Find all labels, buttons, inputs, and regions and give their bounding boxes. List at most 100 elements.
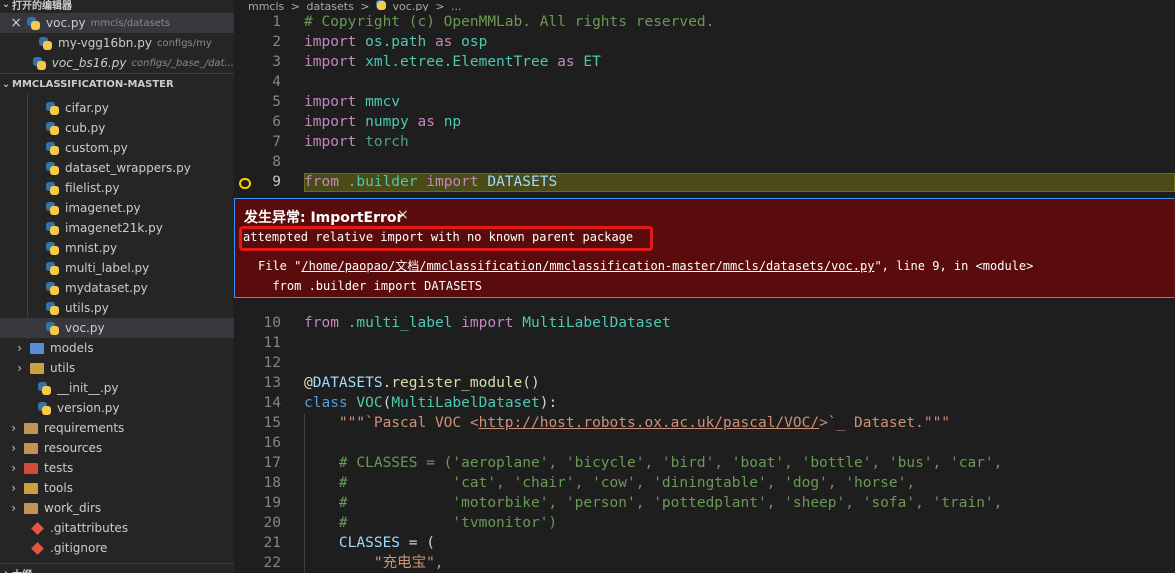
- open-editor-my-vgg16bn[interactable]: my-vgg16bn.py configs/my: [0, 33, 234, 53]
- file-name: imagenet21k.py: [65, 221, 163, 235]
- code-line[interactable]: 22 "充电宝",: [234, 553, 1175, 573]
- code-line[interactable]: 19 # 'motorbike', 'person', 'pottedplant…: [234, 493, 1175, 513]
- code-line[interactable]: 20 # 'tvmonitor'): [234, 513, 1175, 533]
- code-text: # 'cat', 'chair', 'cow', 'diningtable', …: [304, 473, 915, 493]
- file-item[interactable]: mnist.py: [0, 238, 234, 258]
- folder-item[interactable]: › resources: [0, 438, 234, 458]
- git-icon: [31, 521, 44, 535]
- file-name: cub.py: [65, 121, 106, 135]
- open-editor-name: voc.py: [46, 16, 86, 30]
- file-item[interactable]: .gitignore: [0, 538, 234, 558]
- line-number: 8: [272, 154, 281, 170]
- trace-file-link[interactable]: /home/paopao/文档/mmclassification/mmclass…: [301, 259, 874, 273]
- code-token: MultiLabelDataset: [522, 315, 671, 331]
- code-line[interactable]: 16: [234, 433, 1175, 453]
- line-number: 4: [272, 74, 281, 90]
- file-item[interactable]: __init__.py: [0, 378, 234, 398]
- code-token: VOC: [356, 395, 383, 411]
- folder-item[interactable]: › models: [0, 338, 234, 358]
- code-line[interactable]: 13 @DATASETS.register_module(): [234, 373, 1175, 393]
- chevron-down-icon: ⌄: [1, 0, 11, 10]
- code-line[interactable]: 3 import xml.etree.ElementTree as ET: [234, 52, 1175, 72]
- code-line[interactable]: 10 from .multi_label import MultiLabelDat…: [234, 313, 1175, 333]
- file-name: custom.py: [65, 141, 128, 155]
- code-line[interactable]: 17 # CLASSES = ('aeroplane', 'bicycle', …: [234, 453, 1175, 473]
- code-token: import: [304, 54, 366, 70]
- code-token: import: [304, 94, 366, 110]
- chevron-right-icon: ›: [3, 567, 9, 573]
- folder-name: resources: [44, 441, 103, 455]
- folder-item[interactable]: › tools: [0, 478, 234, 498]
- folder-name: requirements: [44, 421, 125, 435]
- python-file-icon: [46, 221, 59, 235]
- line-number: 21: [263, 535, 281, 551]
- code-line[interactable]: 1 # Copyright (c) OpenMMLab. All rights r…: [234, 12, 1175, 32]
- code-token: "充电宝",: [304, 555, 444, 571]
- file-item[interactable]: .gitattributes: [0, 518, 234, 538]
- close-icon[interactable]: ×: [397, 207, 409, 223]
- code-token: from: [304, 315, 348, 331]
- python-file-icon: [46, 121, 59, 135]
- folder-item[interactable]: › utils: [0, 358, 234, 378]
- code-line[interactable]: 7 import torch: [234, 132, 1175, 152]
- code-line[interactable]: 9 from .builder import DATASETS: [234, 172, 1175, 192]
- open-editor-voc[interactable]: × voc.py mmcls/datasets: [0, 13, 234, 33]
- file-item[interactable]: imagenet.py: [0, 198, 234, 218]
- open-editors-header[interactable]: ⌄ 打开的编辑器: [0, 0, 234, 14]
- code-line[interactable]: 21 CLASSES = (: [234, 533, 1175, 553]
- python-file-icon: [376, 0, 387, 10]
- file-item[interactable]: version.py: [0, 398, 234, 418]
- code-line[interactable]: 18 # 'cat', 'chair', 'cow', 'diningtable…: [234, 473, 1175, 493]
- close-icon[interactable]: ×: [0, 15, 22, 31]
- chevron-right-icon: ›: [11, 461, 16, 475]
- folder-item[interactable]: › work_dirs: [0, 498, 234, 518]
- breadcrumb-mmcls[interactable]: mmcls: [248, 0, 284, 11]
- folder-item[interactable]: › tests: [0, 458, 234, 478]
- file-item[interactable]: multi_label.py: [0, 258, 234, 278]
- code-line[interactable]: 15 """`Pascal VOC <http://host.robots.ox…: [234, 413, 1175, 433]
- code-text: # Copyright (c) OpenMMLab. All rights re…: [304, 12, 714, 32]
- code-line[interactable]: 11: [234, 333, 1175, 353]
- breadcrumb-datasets[interactable]: datasets: [306, 0, 353, 11]
- code-line[interactable]: 4: [234, 72, 1175, 92]
- open-editors-title: 打开的编辑器: [12, 0, 72, 12]
- code-token: .builder: [347, 174, 418, 190]
- code-token: # CLASSES = ('aeroplane', 'bicycle', 'bi…: [304, 455, 1003, 471]
- file-item[interactable]: dataset_wrappers.py: [0, 158, 234, 178]
- code-text: CLASSES = (: [304, 533, 435, 553]
- code-text: import torch: [304, 132, 409, 152]
- code-token: ):: [539, 395, 558, 411]
- file-item[interactable]: filelist.py: [0, 178, 234, 198]
- open-editor-path: mmcls/datasets: [90, 17, 170, 29]
- file-item[interactable]: voc.py: [0, 318, 234, 338]
- code-line[interactable]: 6 import numpy as np: [234, 112, 1175, 132]
- open-editor-voc-bs16[interactable]: voc_bs16.py configs/_base_/dat...: [0, 53, 234, 73]
- python-file-icon: [46, 281, 59, 295]
- line-number: 10: [263, 315, 281, 331]
- folder-item[interactable]: › requirements: [0, 418, 234, 438]
- code-token: MultiLabelDataset: [391, 395, 540, 411]
- file-item[interactable]: cub.py: [0, 118, 234, 138]
- folder-name: tests: [44, 461, 74, 475]
- file-name: mydataset.py: [65, 281, 148, 295]
- file-item[interactable]: custom.py: [0, 138, 234, 158]
- indent-guide: [304, 414, 305, 573]
- line-number: 20: [263, 515, 281, 531]
- code-line[interactable]: 8: [234, 152, 1175, 172]
- breadcrumb-voc[interactable]: voc.py: [393, 0, 429, 11]
- file-item[interactable]: mydataset.py: [0, 278, 234, 298]
- code-line[interactable]: 2 import os.path as osp: [234, 32, 1175, 52]
- breadcrumb-symbol[interactable]: ...: [451, 0, 462, 11]
- code-line[interactable]: 12: [234, 353, 1175, 373]
- code-token: import: [304, 34, 366, 50]
- code-line[interactable]: 5 import mmcv: [234, 92, 1175, 112]
- file-item[interactable]: imagenet21k.py: [0, 218, 234, 238]
- code-line[interactable]: 14 class VOC(MultiLabelDataset):: [234, 393, 1175, 413]
- file-item[interactable]: cifar.py: [0, 98, 234, 118]
- outline-header[interactable]: › 大纲: [0, 563, 234, 573]
- file-item[interactable]: utils.py: [0, 298, 234, 318]
- python-file-icon: [46, 161, 59, 175]
- project-header[interactable]: ⌄ MMCLASSIFICATION-MASTER: [0, 74, 234, 94]
- code-token: = (: [400, 535, 435, 551]
- trace-source-line: from .builder import DATASETS: [258, 279, 482, 293]
